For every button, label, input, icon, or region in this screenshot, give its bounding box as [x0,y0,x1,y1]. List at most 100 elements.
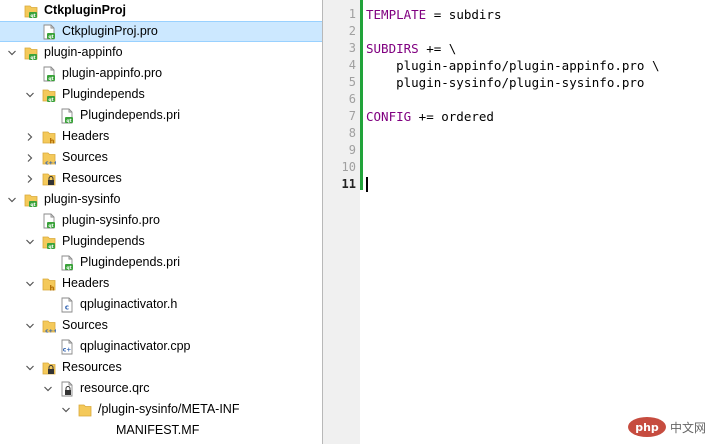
project-folder-icon: qt [24,3,38,19]
watermark: php 中文网 [627,416,706,438]
expand-arrow-icon[interactable] [42,378,54,399]
project-folder-icon: qt [24,45,38,61]
code-line: plugin-sysinfo/plugin-sysinfo.pro [366,74,644,91]
tree-item[interactable]: Resources [0,168,322,189]
tree-item[interactable]: qt Plugindepends [0,231,322,252]
collapse-arrow-icon[interactable] [24,126,36,147]
arrow-spacer [42,252,54,273]
code-keyword: SUBDIRS [366,41,419,56]
tree-item[interactable]: qt CtkpluginProj.pro [0,21,322,42]
code-keyword: TEMPLATE [366,7,427,22]
icon-spacer [96,423,110,439]
tree-item[interactable]: c++ Sources [0,147,322,168]
tree-item-label: Headers [62,276,110,290]
tree-item[interactable]: qt Plugindepends [0,84,322,105]
code-line: TEMPLATE = subdirs [366,6,501,23]
arrow-spacer [24,210,36,231]
pro-file-icon: qt [42,213,56,229]
tree-item[interactable]: qt plugin-sysinfo [0,189,322,210]
pri-file-icon: qt [60,108,74,124]
arrow-spacer [42,336,54,357]
tree-item[interactable]: c++ Sources [0,315,322,336]
tree-item[interactable]: qt CtkpluginProj [0,0,322,21]
tree-item-label: resource.qrc [80,381,150,395]
code-text: += ordered [411,109,494,124]
tree-item-label: Plugindepends.pri [80,108,181,122]
svg-text:qt: qt [48,97,54,103]
tree-item[interactable]: c+ qpluginactivator.cpp [0,336,322,357]
line-number: 7 [348,109,356,123]
svg-text:qt: qt [66,265,72,271]
expand-arrow-icon[interactable] [60,399,72,420]
svg-text:c+: c+ [63,346,72,353]
code-editor[interactable]: 1 2 3 4 5 6 7 8 9 10 11 TEMPLATE = subdirs SUBDIRS … [323,0,710,444]
tree-item-label: Resources [62,171,122,185]
tree-item-label: plugin-appinfo.pro [62,66,163,80]
svg-text:h: h [50,137,55,145]
collapse-arrow-icon[interactable] [24,147,36,168]
code-line: CONFIG += ordered [366,108,494,125]
tree-item-label: CtkpluginProj [44,3,126,17]
tree-item[interactable]: qt Plugindepends.pri [0,252,322,273]
tree-item-label: MANIFEST.MF [116,423,200,437]
svg-text:qt: qt [30,13,36,19]
tree-item[interactable]: /plugin-sysinfo/META-INF [0,399,322,420]
folder-resource-icon [42,360,56,376]
tree-item[interactable]: Resources [0,357,322,378]
folder-pri-icon: qt [42,87,56,103]
line-number: 11 [341,177,356,191]
line-number: 2 [348,24,356,38]
expand-arrow-icon[interactable] [24,315,36,336]
line-number: 9 [348,143,356,157]
arrow-spacer [78,420,90,441]
tree-item[interactable]: h Headers [0,273,322,294]
expand-arrow-icon[interactable] [24,84,36,105]
line-number: 5 [348,75,356,89]
tree-item-label: plugin-appinfo [44,45,123,59]
tree-item-label: CtkpluginProj.pro [62,24,158,38]
line-number: 3 [348,41,356,55]
arrow-spacer [24,63,36,84]
expand-arrow-icon[interactable] [24,357,36,378]
tree-item-label: /plugin-sysinfo/META-INF [98,402,240,416]
tree-item-label: Sources [62,318,108,332]
svg-text:qt: qt [66,118,72,124]
tree-item-label: qpluginactivator.cpp [80,339,191,353]
svg-text:qt: qt [48,76,54,82]
svg-text:c: c [65,303,69,311]
code-text: += \ [418,41,457,56]
tree-item[interactable]: MANIFEST.MF [0,420,322,441]
tree-item[interactable]: h Headers [0,126,322,147]
source-file-icon: c+ [60,339,74,355]
folder-icon [78,402,92,418]
code-text: = subdirs [426,7,502,22]
line-number: 6 [348,92,356,106]
tree-item-label: Plugindepends.pri [80,255,181,269]
expand-arrow-icon[interactable] [24,231,36,252]
arrow-spacer [6,0,18,21]
tree-item[interactable]: qt Plugindepends.pri [0,105,322,126]
folder-pri-icon: qt [42,234,56,250]
tree-item[interactable]: qt plugin-appinfo.pro [0,63,322,84]
tree-item[interactable]: c qpluginactivator.h [0,294,322,315]
svg-text:c++: c++ [45,160,56,166]
expand-arrow-icon[interactable] [6,42,18,63]
tree-item[interactable]: resource.qrc [0,378,322,399]
folder-header-icon: h [42,276,56,292]
arrow-spacer [42,294,54,315]
php-logo-icon: php [627,417,666,437]
svg-text:qt: qt [48,244,54,250]
tree-item-label: Plugindepends [62,87,145,101]
line-number: 1 [348,7,356,21]
tree-item[interactable]: qt plugin-sysinfo.pro [0,210,322,231]
expand-arrow-icon[interactable] [24,273,36,294]
expand-arrow-icon[interactable] [6,189,18,210]
tree-item-label: qpluginactivator.h [80,297,178,311]
svg-text:h: h [50,284,55,292]
header-file-icon: c [60,297,74,313]
folder-source-icon: c++ [42,318,56,334]
arrow-spacer [24,21,36,42]
tree-item[interactable]: qt plugin-appinfo [0,42,322,63]
collapse-arrow-icon[interactable] [24,168,36,189]
qrc-file-icon [60,381,74,397]
